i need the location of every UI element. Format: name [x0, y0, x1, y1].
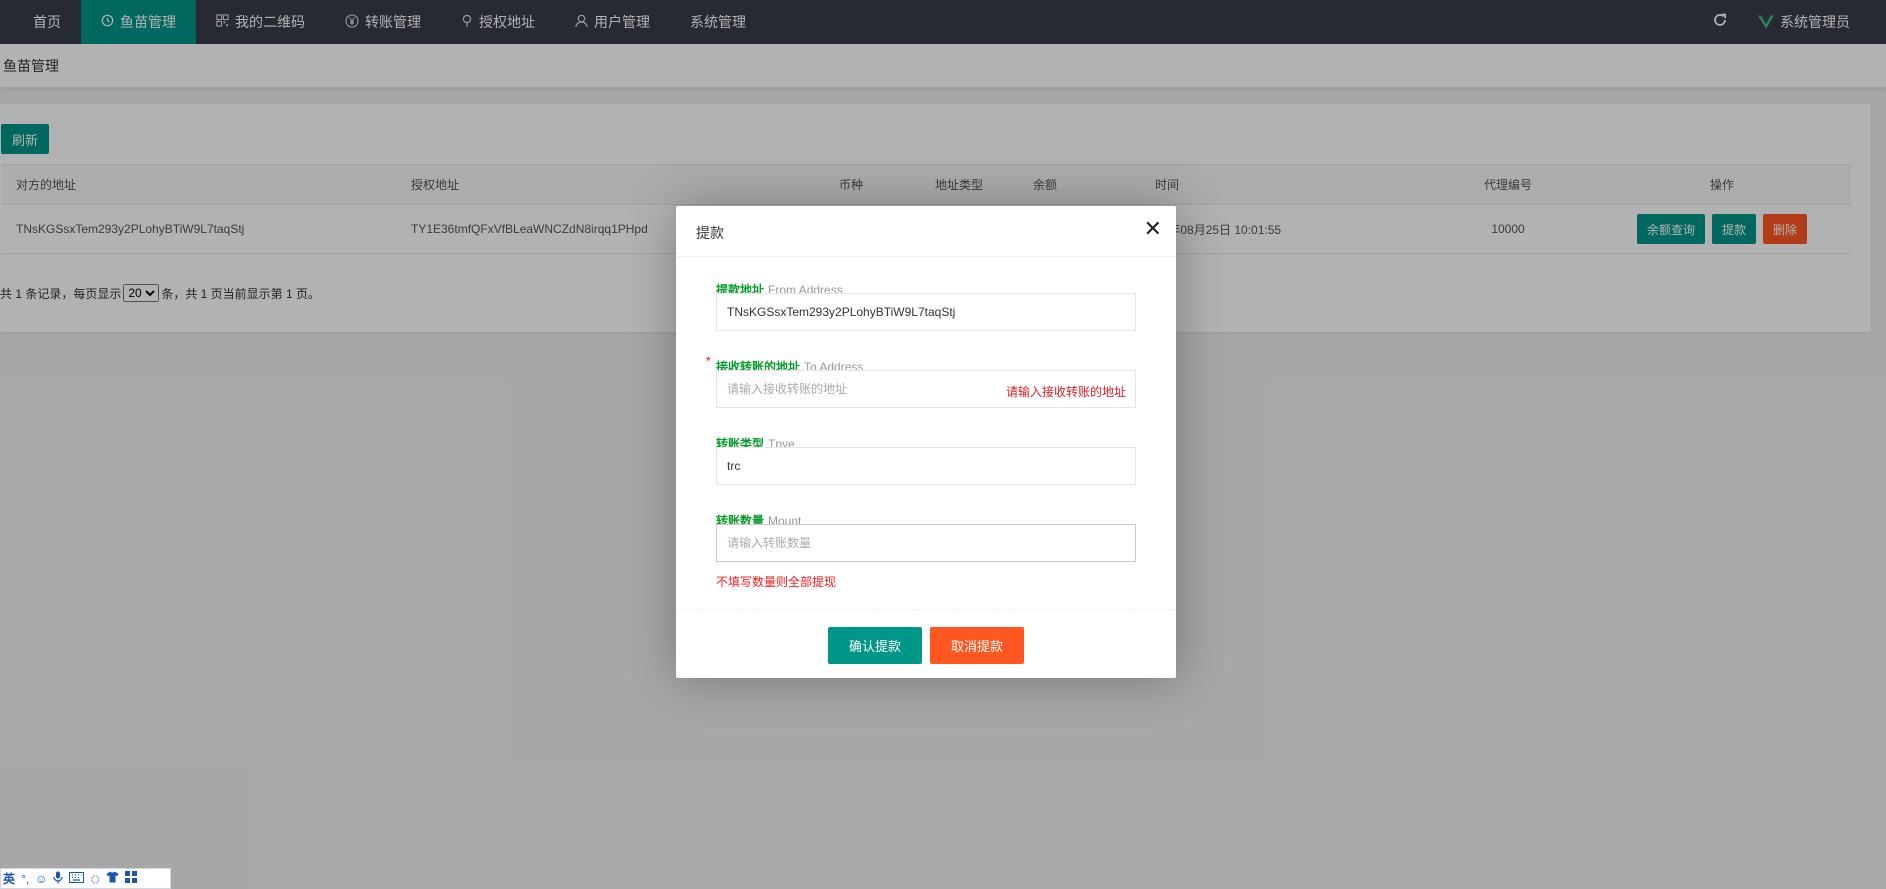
modal-title: 提款	[696, 225, 724, 241]
withdraw-modal: 提款 ✕ 提款地址From Address * 接收转账的地址To Addres…	[676, 206, 1176, 678]
keyboard-icon[interactable]	[69, 871, 85, 886]
emoji-icon[interactable]: ☺	[35, 872, 47, 886]
microphone-icon[interactable]	[53, 871, 64, 887]
to-address-error: 请输入接收转账的地址	[1005, 385, 1126, 399]
punctuation-icon[interactable]: °,	[21, 872, 29, 886]
from-address-field: 提款地址 From Address	[716, 281, 1136, 331]
close-icon[interactable]: ✕	[1144, 218, 1162, 240]
ime-toolbar: 英 °, ☺ ⛭	[0, 868, 171, 889]
transfer-type-input[interactable]	[716, 447, 1136, 485]
transfer-type-field: 转账类型 Tpye	[716, 435, 1136, 485]
skin-shirt-icon[interactable]	[106, 871, 119, 886]
grid-menu-icon[interactable]	[125, 871, 138, 886]
amount-field: 转账数量 Mount	[716, 512, 1136, 562]
from-address-input[interactable]	[716, 293, 1136, 331]
toolbox-icon[interactable]: ⛭	[90, 872, 100, 886]
modal-divider	[676, 609, 1176, 610]
required-mark: *	[706, 354, 711, 368]
amount-input[interactable]	[716, 524, 1136, 562]
cancel-withdraw-button[interactable]: 取消提款	[930, 627, 1024, 664]
ime-lang-toggle[interactable]: 英	[3, 872, 15, 886]
to-address-field: * 接收转账的地址 To Address 请输入接收转账的地址	[706, 354, 1136, 408]
modal-footer: 确认提款 取消提款	[676, 627, 1176, 664]
amount-hint: 不填写数量则全部提现	[716, 575, 837, 589]
modal-header: 提款 ✕	[676, 206, 1176, 257]
confirm-withdraw-button[interactable]: 确认提款	[828, 627, 922, 664]
